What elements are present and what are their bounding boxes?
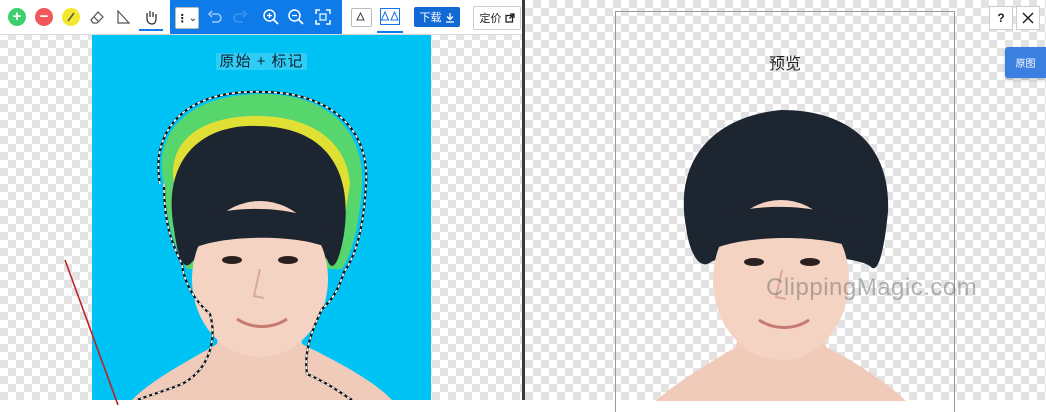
zoom-out-icon [288, 9, 304, 25]
view-mode-single-button[interactable] [351, 8, 372, 27]
eraser-icon [90, 11, 104, 24]
undo-icon [207, 10, 222, 23]
undo-button[interactable] [205, 7, 225, 27]
editor-toolbar: + − ⋮ ⌄ 下载 定价 [0, 0, 522, 35]
zoom-in-button[interactable] [261, 7, 281, 27]
redo-icon [233, 10, 248, 23]
red-guide-line [64, 259, 119, 405]
preview-pane: 预览 ClippingMagic.com [525, 0, 1046, 412]
remove-background-tool[interactable]: − [33, 5, 55, 29]
view-tools-group: ⋮ ⌄ [170, 0, 342, 34]
add-foreground-tool[interactable]: + [6, 5, 28, 29]
editor-pane[interactable]: + − ⋮ ⌄ 下载 定价 原始 + 标记 [0, 0, 522, 405]
chevron-down-icon: ⌄ [188, 12, 198, 24]
download-label: 下载 [419, 12, 442, 24]
preview-frame: 预览 ClippingMagic.com [615, 11, 977, 412]
more-menu-button[interactable]: ⋮ ⌄ [175, 7, 199, 29]
help-label: ? [997, 11, 1005, 25]
external-link-icon [504, 13, 515, 23]
pricing-label: 定价 [479, 13, 502, 25]
hand-icon [146, 11, 157, 25]
pricing-button[interactable]: 定价 [473, 6, 521, 30]
zoom-out-button[interactable] [286, 7, 306, 27]
view-mode-split-button[interactable] [377, 5, 403, 33]
redo-button[interactable] [230, 7, 250, 27]
fit-to-screen-button[interactable] [313, 7, 333, 27]
more-icon: ⋮ [176, 12, 188, 25]
original-image-canvas[interactable]: 原始 + 标记 [92, 34, 431, 400]
zoom-in-icon [263, 9, 279, 25]
original-tab-label: 原图 [1015, 59, 1036, 70]
scalpel-icon [117, 9, 131, 24]
close-button[interactable] [1016, 6, 1040, 30]
pan-tool[interactable] [139, 5, 163, 31]
marked-portrait-image [132, 90, 392, 400]
hair-tool[interactable] [60, 5, 82, 29]
original-pane-label: 原始 + 标记 [92, 50, 431, 71]
plus-circle-icon: + [8, 8, 26, 26]
minus-circle-icon: − [35, 8, 53, 26]
watermark-text: ClippingMagic.com [766, 274, 978, 301]
cutout-portrait-image [656, 110, 906, 401]
download-arrow-icon [445, 12, 454, 23]
scalpel-tool[interactable] [112, 5, 134, 29]
pen-circle-icon [62, 8, 80, 26]
close-icon [1022, 12, 1034, 24]
help-button[interactable]: ? [989, 6, 1013, 30]
eraser-tool[interactable] [86, 5, 108, 29]
fit-screen-icon [315, 9, 331, 25]
triangle-icon [356, 11, 365, 21]
show-original-tab[interactable]: 原图 [1005, 47, 1046, 78]
split-view-icon [380, 8, 400, 25]
download-button[interactable]: 下载 [414, 7, 460, 27]
